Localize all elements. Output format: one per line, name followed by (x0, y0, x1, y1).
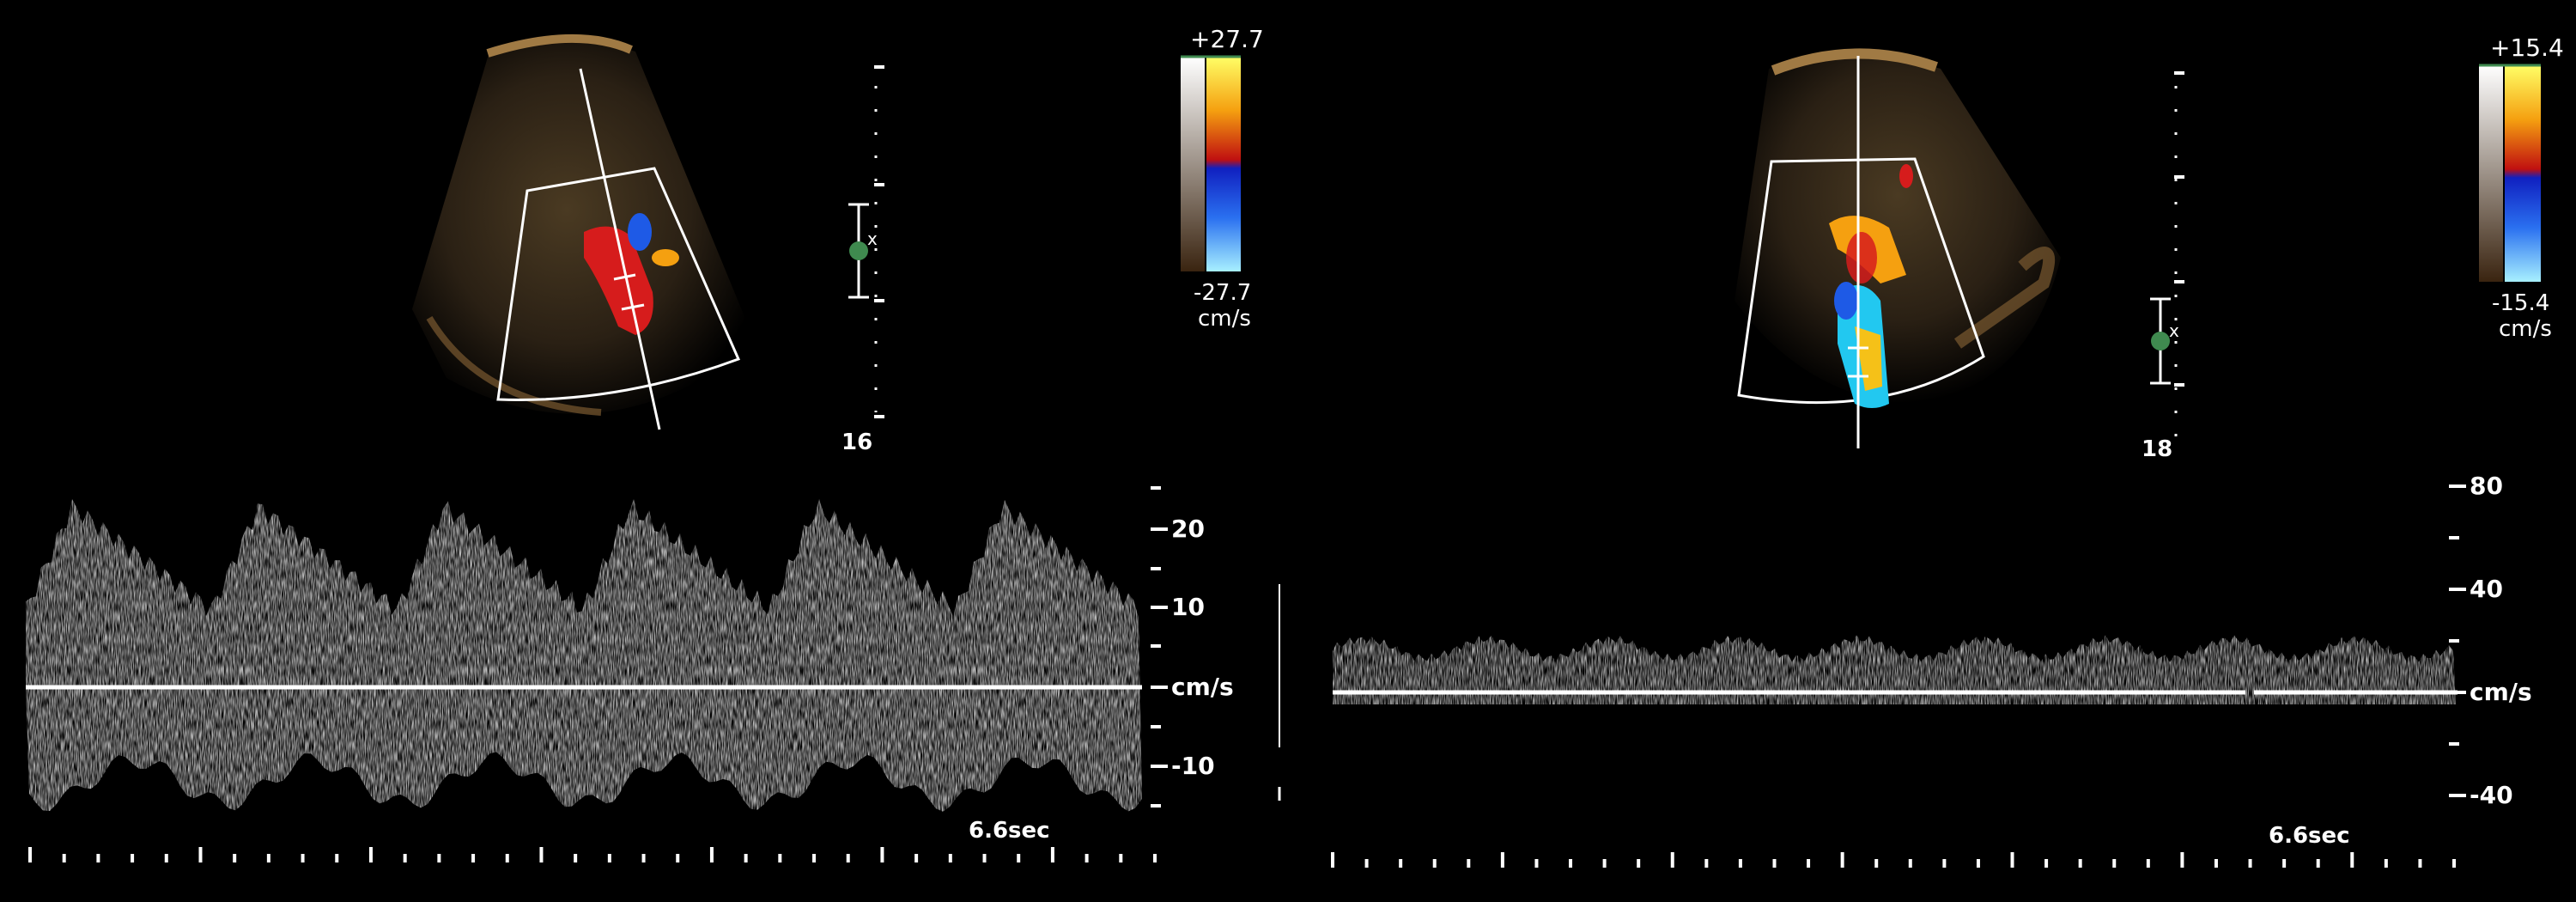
colorbar-max-label: +27.7 (1190, 25, 1264, 53)
velocity-unit-label: cm/s (1171, 673, 1234, 701)
velocity-scale (1151, 486, 1168, 808)
colorbar-min-label: -15.4 (2492, 290, 2550, 316)
velocity-tick-label: -40 (2470, 781, 2513, 809)
svg-text:x: x (2169, 320, 2179, 341)
velocity-color-bar (1206, 57, 1241, 271)
velocity-tick-label: 80 (2470, 472, 2503, 500)
colorbar-min-label: -27.7 (1194, 280, 1252, 306)
depth-marker-label: 18 (2142, 436, 2173, 462)
depth-scale (2174, 71, 2184, 447)
left-doppler-panel: x +27.7 -27.7 cm/s 16 20 10 cm/s -10 6.6… (0, 0, 1288, 902)
right-doppler-scene: x (1331, 48, 2541, 868)
color-flow-blue (628, 213, 652, 251)
right-doppler-panel: x +15.4 -15.4 cm/s 18 80 40 cm/s -40 6.6… (1288, 0, 2576, 902)
svg-text:x: x (867, 229, 878, 249)
sweep-time-label: 6.6sec (969, 818, 1050, 844)
velocity-unit-label: cm/s (2470, 678, 2532, 706)
time-axis-ticks (1331, 852, 2456, 868)
velocity-tick-label: -10 (1171, 752, 1215, 780)
colorbar-max-label: +15.4 (2490, 34, 2564, 62)
colorbar-unit-label: cm/s (2499, 316, 2552, 342)
velocity-tick-label: 20 (1171, 515, 1205, 543)
focus-marker-icon: x (848, 203, 878, 299)
tissue-gray-bar (1181, 57, 1205, 271)
velocity-scale (2449, 485, 2466, 797)
time-axis-ticks (28, 847, 1157, 862)
velocity-tick-label: 10 (1171, 593, 1205, 621)
left-doppler-scene: x (26, 34, 1281, 862)
color-flow-blue (1834, 282, 1858, 320)
liver-tissue-region (1735, 56, 2061, 404)
sweep-time-label: 6.6sec (2269, 823, 2350, 849)
tissue-gray-bar (2479, 65, 2503, 282)
velocity-color-bar (2505, 65, 2541, 282)
color-flow-yellow (652, 249, 679, 266)
velocity-tick-label: 40 (2470, 575, 2503, 603)
colorbar-unit-label: cm/s (1198, 306, 1251, 332)
depth-marker-label: 16 (841, 430, 873, 455)
